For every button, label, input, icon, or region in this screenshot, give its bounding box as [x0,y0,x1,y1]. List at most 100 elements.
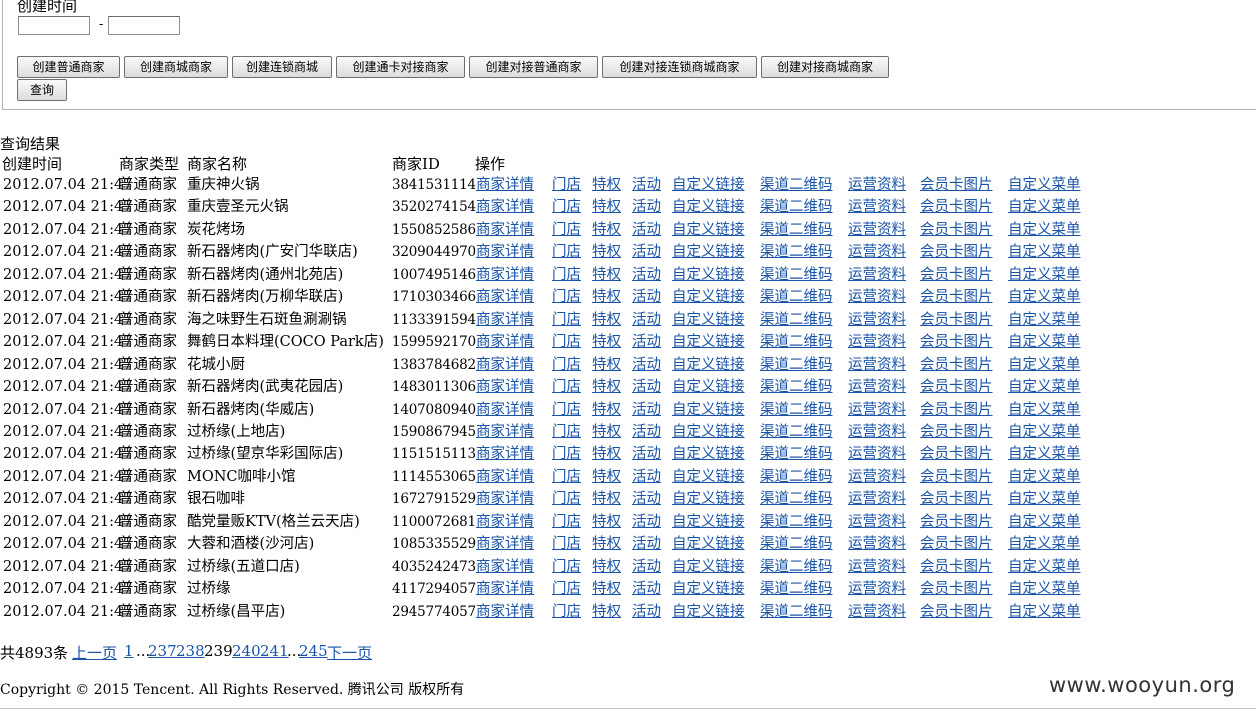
query-button[interactable]: 查询 [17,79,67,101]
privilege-link[interactable]: 特权 [592,489,621,509]
custom-link-link[interactable]: 自定义链接 [672,310,745,330]
custom-link-link[interactable]: 自定义链接 [672,197,745,217]
custom-menu-link[interactable]: 自定义菜单 [1008,287,1081,307]
store-link[interactable]: 门店 [552,287,581,307]
merchant-detail-link[interactable]: 商家详情 [476,377,534,397]
page-link[interactable]: 237 [148,642,177,660]
create-docking-normal-merchant-button[interactable]: 创建对接普通商家 [469,56,598,78]
operation-info-link[interactable]: 运营资料 [848,287,906,307]
member-card-image-link[interactable]: 会员卡图片 [920,332,993,352]
privilege-link[interactable]: 特权 [592,377,621,397]
custom-menu-link[interactable]: 自定义菜单 [1008,422,1081,442]
activity-link[interactable]: 活动 [632,512,661,532]
privilege-link[interactable]: 特权 [592,467,621,487]
store-link[interactable]: 门店 [552,400,581,420]
merchant-detail-link[interactable]: 商家详情 [476,400,534,420]
channel-qrcode-link[interactable]: 渠道二维码 [760,422,833,442]
custom-menu-link[interactable]: 自定义菜单 [1008,489,1081,509]
create-docking-chain-mall-merchant-button[interactable]: 创建对接连锁商城商家 [602,56,757,78]
merchant-detail-link[interactable]: 商家详情 [476,512,534,532]
activity-link[interactable]: 活动 [632,534,661,554]
store-link[interactable]: 门店 [552,489,581,509]
store-link[interactable]: 门店 [552,197,581,217]
activity-link[interactable]: 活动 [632,332,661,352]
member-card-image-link[interactable]: 会员卡图片 [920,197,993,217]
custom-link-link[interactable]: 自定义链接 [672,355,745,375]
privilege-link[interactable]: 特权 [592,220,621,240]
channel-qrcode-link[interactable]: 渠道二维码 [760,489,833,509]
operation-info-link[interactable]: 运营资料 [848,265,906,285]
merchant-detail-link[interactable]: 商家详情 [476,467,534,487]
merchant-detail-link[interactable]: 商家详情 [476,534,534,554]
member-card-image-link[interactable]: 会员卡图片 [920,400,993,420]
member-card-image-link[interactable]: 会员卡图片 [920,534,993,554]
activity-link[interactable]: 活动 [632,287,661,307]
custom-link-link[interactable]: 自定义链接 [672,467,745,487]
store-link[interactable]: 门店 [552,534,581,554]
channel-qrcode-link[interactable]: 渠道二维码 [760,242,833,262]
custom-link-link[interactable]: 自定义链接 [672,422,745,442]
merchant-detail-link[interactable]: 商家详情 [476,310,534,330]
privilege-link[interactable]: 特权 [592,422,621,442]
start-date-input[interactable] [18,16,90,35]
merchant-detail-link[interactable]: 商家详情 [476,220,534,240]
store-link[interactable]: 门店 [552,557,581,577]
activity-link[interactable]: 活动 [632,175,661,195]
activity-link[interactable]: 活动 [632,602,661,622]
operation-info-link[interactable]: 运营资料 [848,444,906,464]
custom-link-link[interactable]: 自定义链接 [672,175,745,195]
channel-qrcode-link[interactable]: 渠道二维码 [760,332,833,352]
privilege-link[interactable]: 特权 [592,175,621,195]
store-link[interactable]: 门店 [552,444,581,464]
activity-link[interactable]: 活动 [632,377,661,397]
custom-link-link[interactable]: 自定义链接 [672,602,745,622]
next-page-link[interactable]: 下一页 [327,642,372,663]
member-card-image-link[interactable]: 会员卡图片 [920,287,993,307]
store-link[interactable]: 门店 [552,467,581,487]
member-card-image-link[interactable]: 会员卡图片 [920,377,993,397]
member-card-image-link[interactable]: 会员卡图片 [920,602,993,622]
member-card-image-link[interactable]: 会员卡图片 [920,242,993,262]
custom-menu-link[interactable]: 自定义菜单 [1008,557,1081,577]
privilege-link[interactable]: 特权 [592,310,621,330]
merchant-detail-link[interactable]: 商家详情 [476,355,534,375]
operation-info-link[interactable]: 运营资料 [848,220,906,240]
store-link[interactable]: 门店 [552,377,581,397]
merchant-detail-link[interactable]: 商家详情 [476,602,534,622]
merchant-detail-link[interactable]: 商家详情 [476,242,534,262]
member-card-image-link[interactable]: 会员卡图片 [920,489,993,509]
create-chain-mall-button[interactable]: 创建连锁商城 [232,56,332,78]
privilege-link[interactable]: 特权 [592,287,621,307]
activity-link[interactable]: 活动 [632,557,661,577]
channel-qrcode-link[interactable]: 渠道二维码 [760,220,833,240]
member-card-image-link[interactable]: 会员卡图片 [920,444,993,464]
privilege-link[interactable]: 特权 [592,355,621,375]
privilege-link[interactable]: 特权 [592,534,621,554]
member-card-image-link[interactable]: 会员卡图片 [920,310,993,330]
merchant-detail-link[interactable]: 商家详情 [476,197,534,217]
create-docking-mall-merchant-button[interactable]: 创建对接商城商家 [761,56,889,78]
custom-menu-link[interactable]: 自定义菜单 [1008,242,1081,262]
merchant-detail-link[interactable]: 商家详情 [476,332,534,352]
channel-qrcode-link[interactable]: 渠道二维码 [760,534,833,554]
store-link[interactable]: 门店 [552,310,581,330]
custom-menu-link[interactable]: 自定义菜单 [1008,265,1081,285]
activity-link[interactable]: 活动 [632,467,661,487]
custom-link-link[interactable]: 自定义链接 [672,287,745,307]
prev-page-link[interactable]: 上一页 [72,642,117,663]
store-link[interactable]: 门店 [552,332,581,352]
custom-link-link[interactable]: 自定义链接 [672,400,745,420]
create-mall-merchant-button[interactable]: 创建商城商家 [124,56,228,78]
privilege-link[interactable]: 特权 [592,444,621,464]
channel-qrcode-link[interactable]: 渠道二维码 [760,557,833,577]
custom-menu-link[interactable]: 自定义菜单 [1008,377,1081,397]
activity-link[interactable]: 活动 [632,355,661,375]
operation-info-link[interactable]: 运营资料 [848,579,906,599]
custom-link-link[interactable]: 自定义链接 [672,220,745,240]
page-link-last[interactable]: 245 [299,642,328,660]
store-link[interactable]: 门店 [552,355,581,375]
privilege-link[interactable]: 特权 [592,242,621,262]
store-link[interactable]: 门店 [552,422,581,442]
channel-qrcode-link[interactable]: 渠道二维码 [760,265,833,285]
member-card-image-link[interactable]: 会员卡图片 [920,579,993,599]
